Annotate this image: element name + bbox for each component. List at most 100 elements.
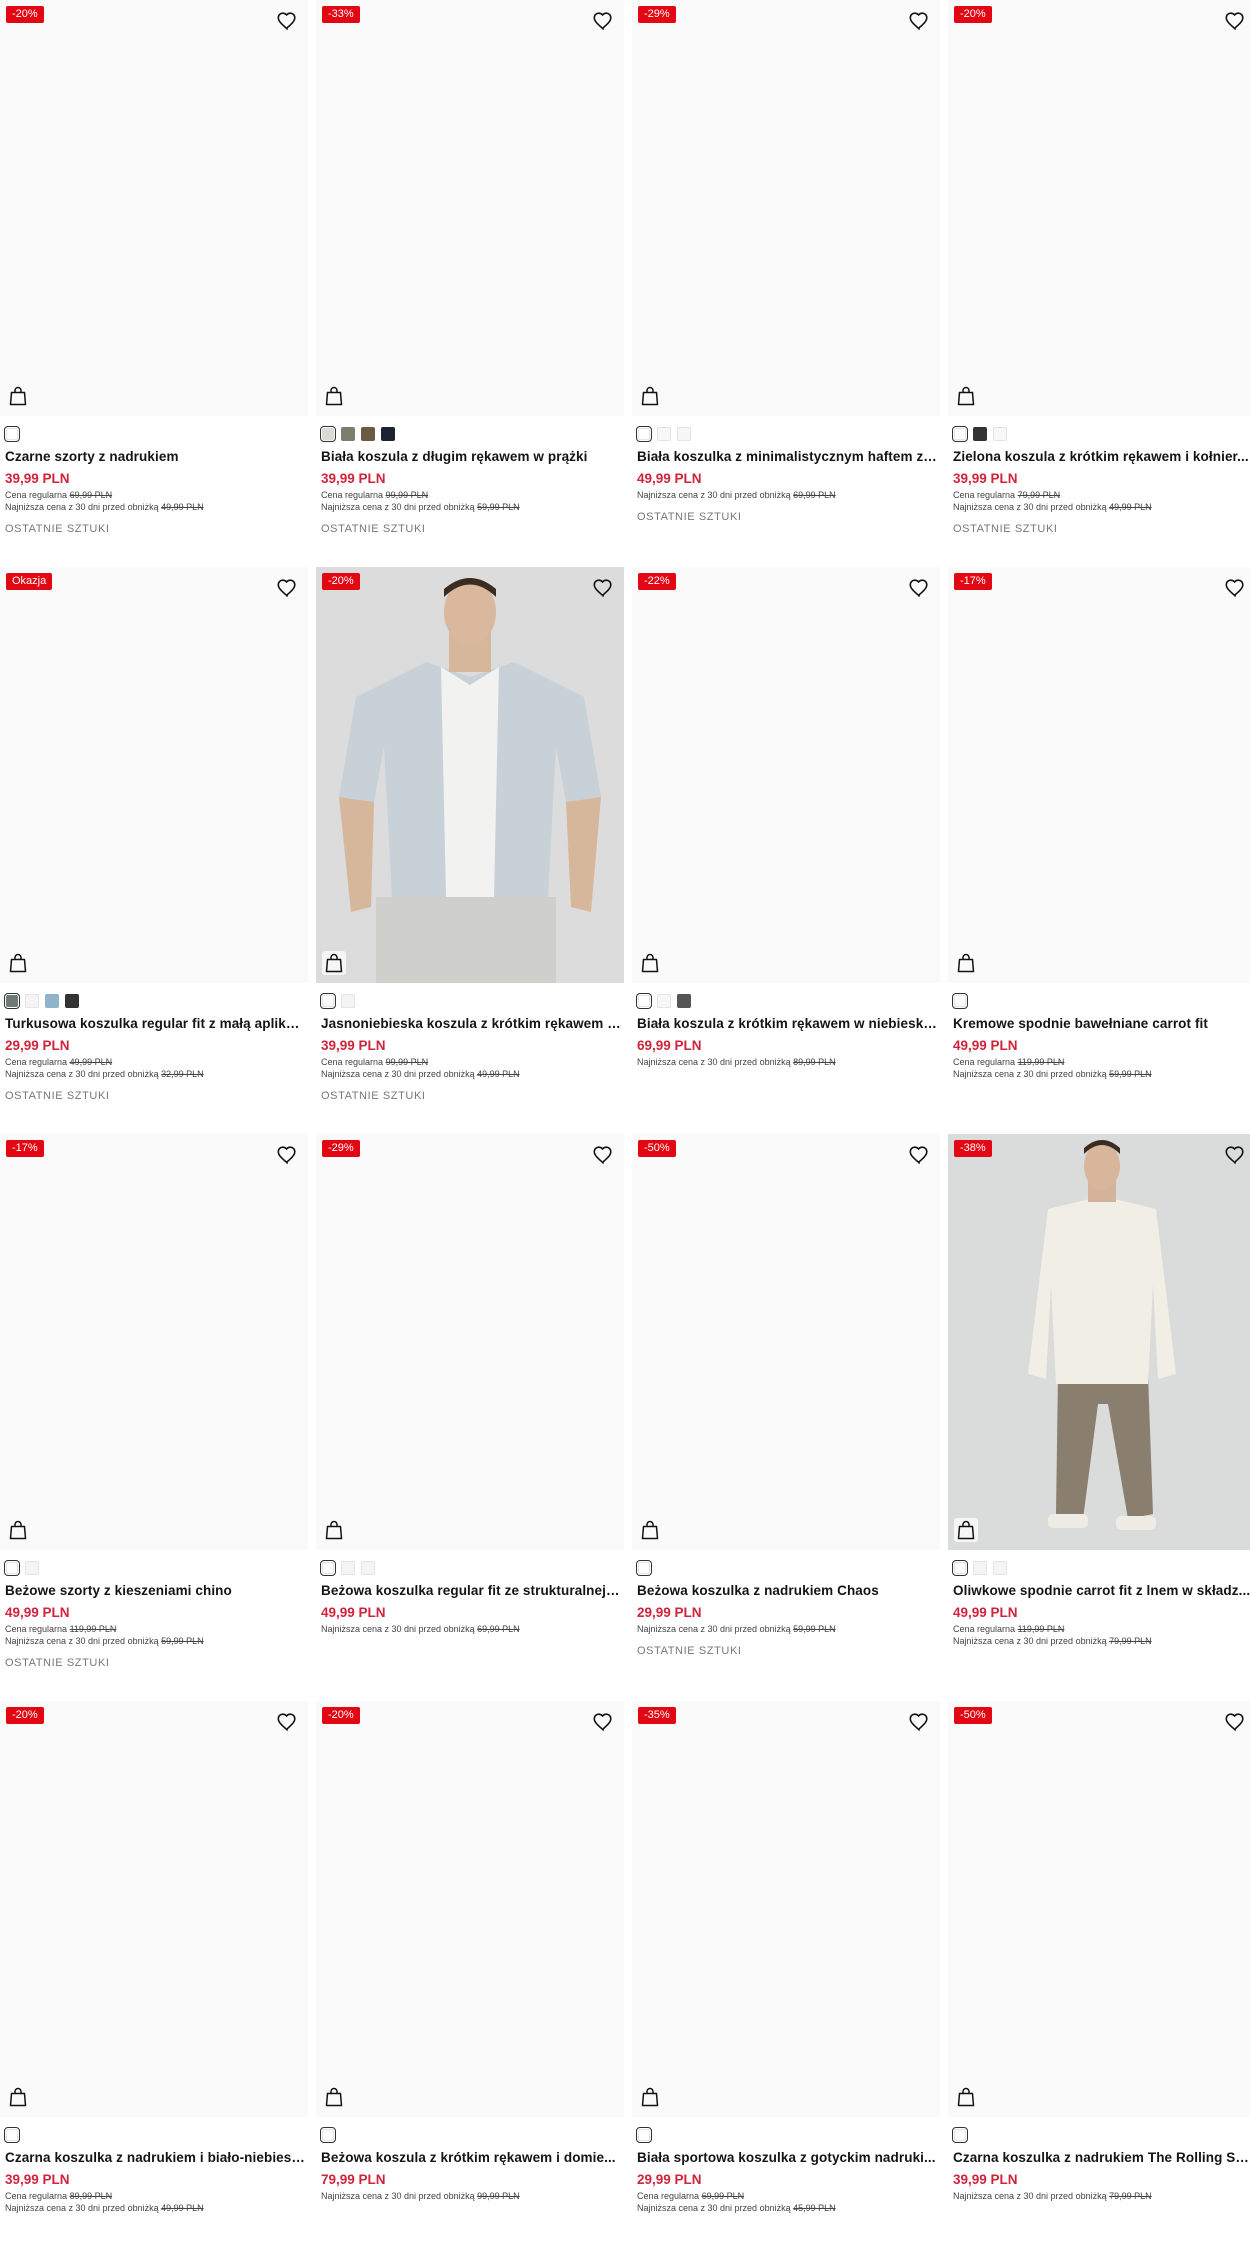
color-swatch[interactable]	[320, 1560, 336, 1576]
color-swatch[interactable]	[341, 994, 355, 1008]
heart-icon[interactable]	[276, 577, 300, 601]
product-image[interactable]: -20%	[0, 0, 308, 416]
heart-icon[interactable]	[592, 1144, 616, 1168]
heart-icon[interactable]	[276, 10, 300, 34]
heart-icon[interactable]	[1224, 1711, 1248, 1735]
product-card[interactable]: -17% Kremowe spodnie bawełniane carrot fi…	[948, 567, 1250, 1127]
product-name[interactable]: Beżowa koszulka regular fit ze struktura…	[321, 1583, 621, 1598]
color-swatch[interactable]	[320, 2127, 336, 2143]
product-image[interactable]: Okazja	[0, 567, 308, 983]
color-swatch[interactable]	[636, 426, 652, 442]
product-name[interactable]: Biała koszula z krótkim rękawem w niebie…	[637, 1016, 937, 1031]
product-card[interactable]: -50% Beżowa koszulka z nadrukiem Chaos 29,…	[632, 1134, 940, 1694]
shopping-bag-icon[interactable]	[638, 951, 662, 975]
product-name[interactable]: Biała sportowa koszulka z gotyckim nadru…	[637, 2150, 937, 2165]
product-card[interactable]: -20% Jasnoniebieska koszula z krótkim ręk…	[316, 567, 624, 1127]
product-name[interactable]: Czarna koszulka z nadrukiem i biało-nieb…	[5, 2150, 305, 2165]
shopping-bag-icon[interactable]	[638, 384, 662, 408]
shopping-bag-icon[interactable]	[322, 1518, 346, 1542]
product-card[interactable]: -20% Zielona koszula z krótkim rękawem i …	[948, 0, 1250, 560]
color-swatch[interactable]	[636, 2127, 652, 2143]
heart-icon[interactable]	[908, 1711, 932, 1735]
product-name[interactable]: Czarna koszulka z nadrukiem The Rolling …	[953, 2150, 1250, 2165]
shopping-bag-icon[interactable]	[954, 1518, 978, 1542]
color-swatch[interactable]	[45, 994, 59, 1008]
shopping-bag-icon[interactable]	[954, 2085, 978, 2109]
heart-icon[interactable]	[276, 1711, 300, 1735]
product-card[interactable]: Okazja Turkusowa koszulka regular fit z m…	[0, 567, 308, 1127]
product-name[interactable]: Kremowe spodnie bawełniane carrot fit	[953, 1016, 1250, 1031]
shopping-bag-icon[interactable]	[6, 951, 30, 975]
product-image[interactable]: -50%	[632, 1134, 940, 1550]
product-image[interactable]: -20%	[948, 0, 1250, 416]
product-name[interactable]: Biała koszulka z minimalistycznym haftem…	[637, 449, 937, 464]
heart-icon[interactable]	[908, 1144, 932, 1168]
product-image[interactable]: -38%	[948, 1134, 1250, 1550]
color-swatch[interactable]	[993, 1561, 1007, 1575]
color-swatch[interactable]	[677, 994, 691, 1008]
color-swatch[interactable]	[657, 994, 671, 1008]
product-card[interactable]: -38% Oliwkowe spodnie carrot fit z lnem w…	[948, 1134, 1250, 1694]
shopping-bag-icon[interactable]	[638, 2085, 662, 2109]
product-image[interactable]: -22%	[632, 567, 940, 983]
color-swatch[interactable]	[341, 1561, 355, 1575]
shopping-bag-icon[interactable]	[322, 2085, 346, 2109]
heart-icon[interactable]	[1224, 10, 1248, 34]
color-swatch[interactable]	[320, 426, 336, 442]
product-image[interactable]: -29%	[316, 1134, 624, 1550]
heart-icon[interactable]	[908, 577, 932, 601]
color-swatch[interactable]	[25, 994, 39, 1008]
product-card[interactable]: -20% Czarne szorty z nadrukiem 39,99 PLN Ce…	[0, 0, 308, 560]
product-name[interactable]: Turkusowa koszulka regular fit z małą ap…	[5, 1016, 305, 1031]
shopping-bag-icon[interactable]	[322, 951, 346, 975]
product-name[interactable]: Beżowe szorty z kieszeniami chino	[5, 1583, 305, 1598]
heart-icon[interactable]	[276, 1144, 300, 1168]
heart-icon[interactable]	[592, 577, 616, 601]
heart-icon[interactable]	[1224, 1144, 1248, 1168]
shopping-bag-icon[interactable]	[322, 384, 346, 408]
product-card[interactable]: -20% Czarna koszulka z nadrukiem i biało-…	[0, 1701, 308, 2261]
color-swatch[interactable]	[973, 427, 987, 441]
product-card[interactable]: -33% Biała koszula z długim rękawem w prą…	[316, 0, 624, 560]
product-image[interactable]: -29%	[632, 0, 940, 416]
color-swatch[interactable]	[25, 1561, 39, 1575]
color-swatch[interactable]	[993, 427, 1007, 441]
product-card[interactable]: -20% Beżowa koszula z krótkim rękawem i d…	[316, 1701, 624, 2261]
product-name[interactable]: Beżowa koszula z krótkim rękawem i domie…	[321, 2150, 621, 2165]
shopping-bag-icon[interactable]	[638, 1518, 662, 1542]
heart-icon[interactable]	[592, 10, 616, 34]
product-image[interactable]: -35%	[632, 1701, 940, 2117]
product-card[interactable]: -17% Beżowe szorty z kieszeniami chino 49,…	[0, 1134, 308, 1694]
shopping-bag-icon[interactable]	[954, 951, 978, 975]
product-name[interactable]: Biała koszula z długim rękawem w prążki	[321, 449, 621, 464]
shopping-bag-icon[interactable]	[6, 1518, 30, 1542]
product-image[interactable]: -17%	[0, 1134, 308, 1550]
product-image[interactable]: -20%	[0, 1701, 308, 2117]
color-swatch[interactable]	[381, 427, 395, 441]
product-name[interactable]: Zielona koszula z krótkim rękawem i kołn…	[953, 449, 1250, 464]
product-card[interactable]: -50% Czarna koszulka z nadrukiem The Roll…	[948, 1701, 1250, 2261]
color-swatch[interactable]	[952, 2127, 968, 2143]
heart-icon[interactable]	[1224, 577, 1248, 601]
color-swatch[interactable]	[952, 426, 968, 442]
shopping-bag-icon[interactable]	[954, 384, 978, 408]
heart-icon[interactable]	[592, 1711, 616, 1735]
color-swatch[interactable]	[320, 993, 336, 1009]
color-swatch[interactable]	[952, 1560, 968, 1576]
product-card[interactable]: -29% Biała koszulka z minimalistycznym ha…	[632, 0, 940, 560]
heart-icon[interactable]	[908, 10, 932, 34]
product-card[interactable]: -22% Biała koszula z krótkim rękawem w ni…	[632, 567, 940, 1127]
color-swatch[interactable]	[4, 993, 20, 1009]
product-image[interactable]: -50%	[948, 1701, 1250, 2117]
product-name[interactable]: Oliwkowe spodnie carrot fit z lnem w skł…	[953, 1583, 1250, 1598]
color-swatch[interactable]	[973, 1561, 987, 1575]
product-name[interactable]: Jasnoniebieska koszula z krótkim rękawem…	[321, 1016, 621, 1031]
color-swatch[interactable]	[361, 427, 375, 441]
color-swatch[interactable]	[952, 993, 968, 1009]
color-swatch[interactable]	[636, 1560, 652, 1576]
product-name[interactable]: Czarne szorty z nadrukiem	[5, 449, 305, 464]
color-swatch[interactable]	[341, 427, 355, 441]
product-name[interactable]: Beżowa koszulka z nadrukiem Chaos	[637, 1583, 937, 1598]
shopping-bag-icon[interactable]	[6, 2085, 30, 2109]
color-swatch[interactable]	[4, 426, 20, 442]
